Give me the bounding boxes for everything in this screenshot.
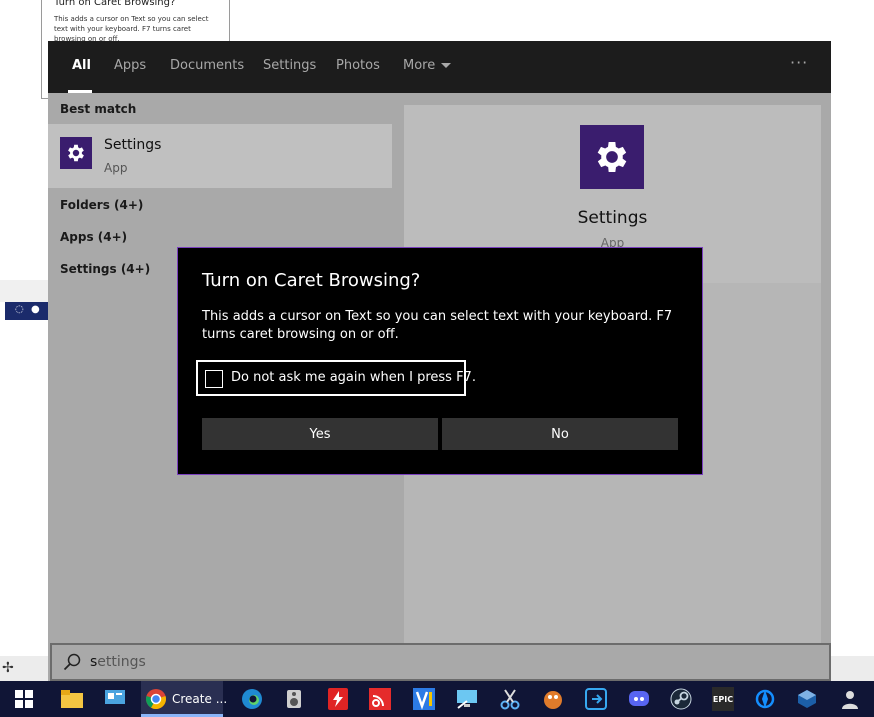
game-app-button[interactable] bbox=[539, 685, 567, 713]
section-apps[interactable]: Apps (4+) bbox=[60, 230, 127, 244]
start-button[interactable] bbox=[10, 685, 38, 713]
video-editor-icon bbox=[413, 688, 435, 710]
search-query: settings bbox=[90, 654, 146, 670]
background-tray: ◌ ● bbox=[5, 302, 49, 320]
settings-app-icon-large[interactable] bbox=[580, 125, 644, 189]
epic-games-icon: EPIC bbox=[712, 687, 734, 711]
edge-button[interactable] bbox=[238, 685, 266, 713]
more-options-button[interactable]: ··· bbox=[790, 53, 808, 72]
speaker-icon bbox=[287, 690, 301, 708]
tab-photos[interactable]: Photos bbox=[336, 58, 380, 73]
folder-icon bbox=[61, 690, 83, 708]
section-folders[interactable]: Folders (4+) bbox=[60, 198, 143, 212]
chrome-button[interactable] bbox=[142, 685, 170, 713]
user-app-button[interactable] bbox=[836, 685, 864, 713]
search-icon bbox=[63, 653, 81, 671]
battlenet-icon bbox=[755, 689, 775, 709]
file-explorer-button[interactable] bbox=[58, 685, 86, 713]
dialog-body: This adds a cursor on Text so you can se… bbox=[202, 309, 673, 342]
search-tabs-bar: All Apps Documents Settings Photos More … bbox=[48, 41, 831, 93]
chrome-task-label: Create ... bbox=[172, 692, 228, 706]
taskbar: Create ... EPIC bbox=[0, 681, 874, 717]
tab-documents[interactable]: Documents bbox=[170, 58, 244, 73]
tab-more-label: More bbox=[403, 58, 436, 73]
no-button[interactable]: No bbox=[442, 418, 678, 450]
background-window-text: This adds a cursor on Text so you can se… bbox=[54, 15, 209, 43]
virtualbox-icon bbox=[798, 690, 816, 708]
discord-button[interactable] bbox=[625, 685, 653, 713]
section-settings[interactable]: Settings (4+) bbox=[60, 262, 150, 276]
caret-browsing-dialog: Turn on Caret Browsing? This adds a curs… bbox=[177, 247, 703, 475]
tab-all[interactable]: All bbox=[72, 58, 91, 73]
tab-settings[interactable]: Settings bbox=[263, 58, 316, 73]
scissors-icon bbox=[500, 689, 520, 710]
background-strip bbox=[0, 280, 48, 302]
flash-app-button[interactable] bbox=[324, 685, 352, 713]
move-icon: ✢ bbox=[2, 660, 14, 676]
network-app-button[interactable] bbox=[366, 685, 394, 713]
search-completion-text: ettings bbox=[97, 654, 146, 670]
tab-apps[interactable]: Apps bbox=[114, 58, 146, 73]
audio-app-button[interactable] bbox=[281, 685, 309, 713]
remote-desktop-button[interactable] bbox=[453, 685, 481, 713]
best-match-result[interactable]: Settings App bbox=[48, 124, 392, 188]
settings-app-icon bbox=[60, 137, 92, 169]
steam-icon bbox=[670, 688, 692, 710]
do-not-ask-label[interactable]: Do not ask me again when I press F7. bbox=[231, 370, 476, 385]
best-match-heading: Best match bbox=[60, 102, 137, 116]
control-panel-button[interactable] bbox=[101, 685, 129, 713]
person-icon bbox=[842, 691, 858, 709]
tab-more[interactable]: More bbox=[403, 58, 452, 73]
windows-logo-icon bbox=[15, 690, 33, 708]
control-panel-icon bbox=[105, 690, 125, 704]
exit-icon bbox=[585, 688, 607, 710]
gear-icon bbox=[68, 144, 84, 162]
snipping-tool-button[interactable] bbox=[496, 685, 524, 713]
discord-icon bbox=[629, 691, 649, 706]
tray-circle-icon: ◌ bbox=[15, 304, 24, 315]
best-match-type: App bbox=[104, 161, 128, 175]
rss-icon bbox=[369, 688, 391, 710]
dialog-title: Turn on Caret Browsing? bbox=[202, 270, 421, 291]
tray-steam-icon: ● bbox=[31, 304, 40, 315]
exit-app-button[interactable] bbox=[582, 685, 610, 713]
edge-icon bbox=[242, 689, 262, 709]
virtualbox-button[interactable] bbox=[793, 685, 821, 713]
lightning-icon bbox=[328, 688, 348, 710]
glove-icon bbox=[544, 691, 562, 709]
chevron-down-icon bbox=[441, 63, 452, 68]
battlenet-button[interactable] bbox=[751, 685, 779, 713]
search-input[interactable]: settings bbox=[50, 643, 831, 681]
epic-games-button[interactable]: EPIC bbox=[709, 685, 737, 713]
yes-button[interactable]: Yes bbox=[202, 418, 438, 450]
gear-icon bbox=[597, 142, 627, 172]
do-not-ask-checkbox-row[interactable]: Do not ask me again when I press F7. bbox=[196, 360, 476, 396]
preview-name: Settings bbox=[577, 208, 648, 228]
monitor-icon bbox=[457, 690, 477, 709]
epic-logo-text: EPIC bbox=[712, 694, 734, 704]
steam-button[interactable] bbox=[667, 685, 695, 713]
background-window-title: Turn on Caret Browsing? bbox=[54, 0, 176, 8]
chrome-icon bbox=[146, 689, 166, 710]
video-editor-button[interactable] bbox=[410, 685, 438, 713]
do-not-ask-checkbox[interactable] bbox=[205, 370, 223, 388]
best-match-name: Settings bbox=[104, 137, 162, 153]
